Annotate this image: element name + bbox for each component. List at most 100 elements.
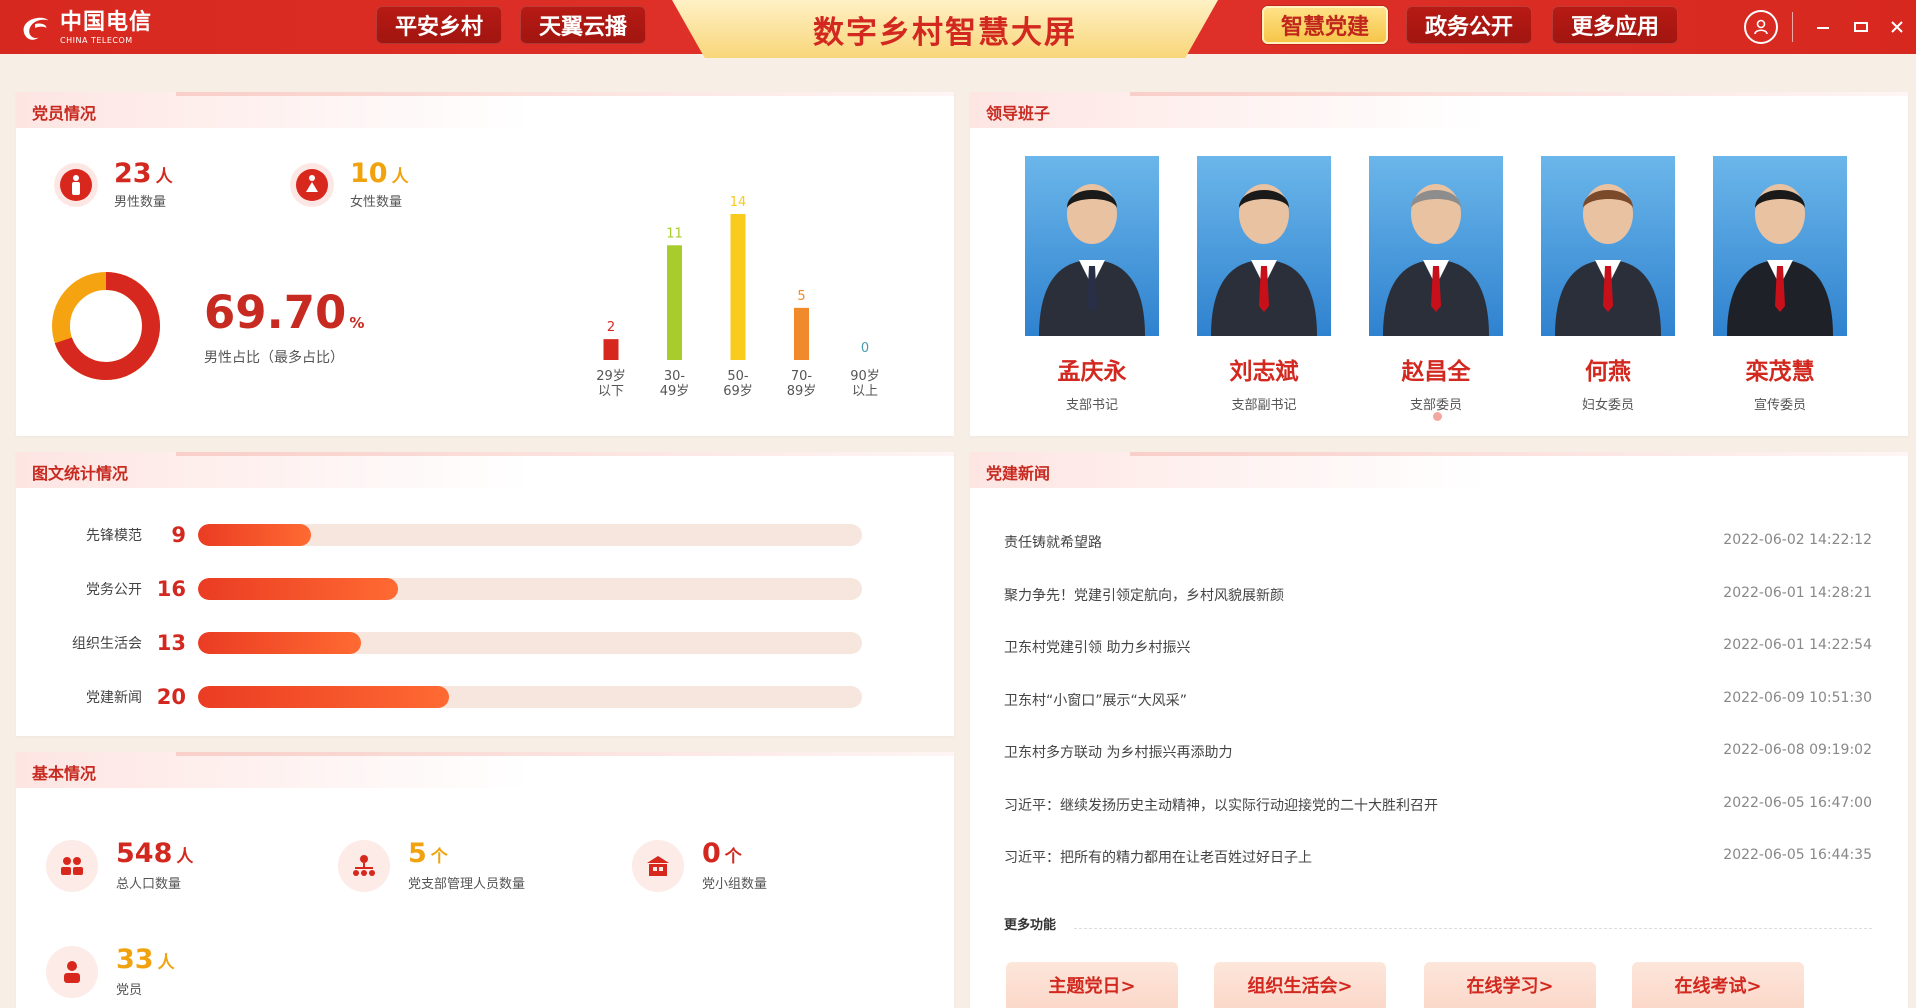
news-date: 2022-06-05 16:47:00 <box>1723 794 1872 811</box>
leader-name: 栾茂慧 <box>1745 359 1815 385</box>
leader-card[interactable]: 何燕 妇女委员 <box>1540 156 1676 413</box>
female-icon-wrap <box>290 163 334 207</box>
portrait-icon <box>1211 184 1317 336</box>
nav-smart-party[interactable]: 智慧党建 <box>1262 6 1388 44</box>
party-members-label: 党员 <box>116 983 143 998</box>
news-title: 责任铸就希望路 <box>1004 535 1102 551</box>
theme-party-day-button[interactable]: 主题党日> <box>1006 962 1178 1008</box>
panel-header: 领导班子 <box>970 92 1908 128</box>
online-learning-button[interactable]: 在线学习> <box>1424 962 1596 1008</box>
party-groups-label: 党小组数量 <box>702 877 768 892</box>
leader-card[interactable]: 刘志斌 支部副书记 <box>1196 156 1332 413</box>
news-item[interactable]: 习近平：继续发扬历史主动精神，以实际行动迎接党的二十大胜利召开 2022-06-0… <box>1004 795 1872 815</box>
age-category-label: 69岁 <box>723 384 753 399</box>
control-separator <box>1792 12 1793 42</box>
news-title: 卫东村“小窗口”展示“大风采” <box>1004 692 1188 709</box>
branch-managers-value: 5 <box>408 838 427 869</box>
stat-bar-track <box>198 632 862 654</box>
age-bar <box>730 214 746 360</box>
leader-role: 支部书记 <box>1065 398 1118 413</box>
stat-bar-track <box>198 686 862 708</box>
leader-name: 孟庆永 <box>1057 359 1127 385</box>
stat-bar-row: 先锋模范 9 <box>0 522 862 548</box>
telecom-logo-icon <box>23 17 49 40</box>
news-date: 2022-06-05 16:44:35 <box>1723 847 1872 863</box>
leader-card[interactable]: 孟庆永 支部书记 <box>1024 156 1160 413</box>
panel-header: 党员情况 <box>16 92 954 128</box>
panel-header: 图文统计情况 <box>16 452 954 488</box>
building-icon <box>632 840 684 892</box>
nav-government-affairs[interactable]: 政务公开 <box>1406 6 1532 44</box>
news-item[interactable]: 习近平：把所有的精力都用在让老百姓过好日子上 2022-06-05 16:44:3… <box>1004 847 1872 867</box>
close-button[interactable] <box>1882 10 1912 44</box>
more-functions-divider <box>1074 928 1872 929</box>
news-date: 2022-06-09 10:51:30 <box>1723 689 1872 706</box>
portrait-icon <box>1555 184 1661 336</box>
age-category-label: 30- <box>664 369 686 384</box>
female-icon-circle <box>296 169 328 201</box>
stat-bar-label: 党务公开 <box>86 582 142 598</box>
news-title: 习近平：把所有的精力都用在让老百姓过好日子上 <box>1004 850 1312 866</box>
stat-bar-track <box>198 578 862 600</box>
news-item[interactable]: 卫东村党建引领 助力乡村振兴 2022-06-01 14:22:54 <box>1004 637 1872 657</box>
maximize-button[interactable] <box>1846 10 1876 44</box>
age-category-label: 29岁 <box>596 369 626 384</box>
minimize-button[interactable] <box>1808 10 1838 44</box>
age-bar <box>667 245 682 360</box>
stat-bar-fill <box>198 632 361 654</box>
stat-bar-value: 20 <box>156 685 186 709</box>
leader-role: 支部委员 <box>1409 398 1462 413</box>
top-header: 中国电信 CHINA TELECOM 平安乡村 天翼云播 数字乡村智慧大屏 智慧… <box>0 0 1916 58</box>
female-count-stat: 10 人 女性数量 <box>290 160 409 210</box>
stat-bar-row: 组织生活会 13 <box>0 630 862 656</box>
branch-managers-stat: 5个 党支部管理人员数量 <box>338 840 525 892</box>
gender-ratio-donut <box>52 272 160 380</box>
nav-safe-village[interactable]: 平安乡村 <box>376 6 502 44</box>
organization-meeting-button[interactable]: 组织生活会> <box>1214 962 1386 1008</box>
age-category-label: 70- <box>791 369 813 384</box>
nav-tianyi-cloud[interactable]: 天翼云播 <box>520 6 646 44</box>
leader-name: 何燕 <box>1585 359 1631 385</box>
age-bar-value-label: 2 <box>607 320 615 335</box>
dashboard-title-plate: 数字乡村智慧大屏 <box>672 0 1218 58</box>
stat-bar-value: 9 <box>171 523 186 547</box>
portrait-icon <box>1727 184 1833 336</box>
person-icon <box>46 946 98 998</box>
news-title: 习近平：继续发扬历史主动精神，以实际行动迎接党的二十大胜利召开 <box>1004 797 1438 814</box>
news-item[interactable]: 卫东村多方联动 为乡村振兴再添助力 2022-06-08 09:19:02 <box>1004 742 1872 762</box>
news-item[interactable]: 聚力争先！党建引领定航向，乡村风貌展新颜 2022-06-01 14:28:21 <box>1004 585 1872 605</box>
party-members-value: 33 <box>116 944 154 975</box>
age-bar <box>794 307 809 360</box>
user-button[interactable] <box>1744 10 1778 44</box>
stat-bar-value: 16 <box>156 577 186 601</box>
stat-bar-fill <box>198 524 311 546</box>
age-category-label: 50- <box>727 369 749 384</box>
news-item[interactable]: 责任铸就希望路 2022-06-02 14:22:12 <box>1004 532 1872 552</box>
leader-photo <box>1025 156 1159 336</box>
male-icon-circle <box>60 169 92 201</box>
online-exam-button[interactable]: 在线考试> <box>1632 962 1804 1008</box>
male-ratio-number: 69.70 <box>204 286 347 339</box>
nav-more-apps[interactable]: 更多应用 <box>1552 6 1678 44</box>
leader-card[interactable]: 赵昌全 支部委员 <box>1368 156 1504 413</box>
more-functions-title: 更多功能 <box>1004 918 1057 933</box>
leader-role: 妇女委员 <box>1581 398 1634 413</box>
stat-bar-row: 党务公开 16 <box>0 576 862 602</box>
stat-bar-value: 13 <box>156 631 186 655</box>
news-date: 2022-06-02 14:22:12 <box>1723 532 1872 548</box>
panel-header: 党建新闻 <box>970 452 1908 488</box>
carousel-dot[interactable] <box>1433 412 1442 421</box>
portrait-icon <box>1383 184 1489 336</box>
age-distribution-chart: 2 29岁以下 11 30-49岁 14 50-69岁 5 70-89岁 0 90岁以上 <box>596 195 880 399</box>
leader-photo <box>1541 156 1675 336</box>
branch-managers-label: 党支部管理人员数量 <box>408 877 526 892</box>
total-population-unit: 人 <box>176 847 194 867</box>
party-groups-stat: 0个 党小组数量 <box>632 840 767 892</box>
leader-card[interactable]: 栾茂慧 宣传委员 <box>1712 156 1848 413</box>
male-ratio-label: 男性占比（最多占比） <box>204 350 344 366</box>
people-icon <box>46 840 98 892</box>
news-item[interactable]: 卫东村“小窗口”展示“大风采” 2022-06-09 10:51:30 <box>1004 690 1872 710</box>
basic-panel-title: 基本情况 <box>32 764 97 783</box>
stat-bar-label: 组织生活会 <box>72 636 142 652</box>
logo-chinese-text: 中国电信 <box>60 9 153 35</box>
